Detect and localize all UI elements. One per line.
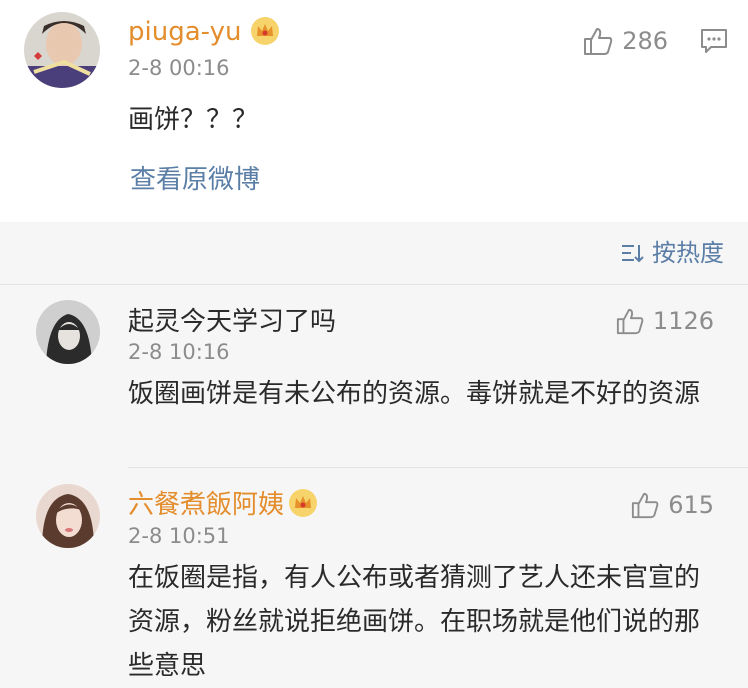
- avatar[interactable]: [36, 300, 100, 364]
- comment-like-button[interactable]: 615: [630, 491, 714, 519]
- avatar[interactable]: [36, 484, 100, 548]
- view-original-link[interactable]: 查看原微博: [130, 167, 260, 193]
- sort-by-hot-button[interactable]: 按热度: [620, 241, 724, 265]
- post-text: 画饼？？？: [128, 105, 259, 135]
- comment-username[interactable]: 六餐煮飯阿姨: [128, 492, 284, 518]
- comment-time: 2-8 10:51: [128, 524, 230, 548]
- user-avatar-image: [36, 484, 100, 548]
- post-username[interactable]: piuga-yu: [128, 19, 241, 45]
- comment-text: 在饭圈是指，有人公布或者猜测了艺人还未官宣的资源，粉丝就说拒绝画饼。在职场就是他…: [128, 563, 701, 681]
- post-like-count: 286: [622, 27, 668, 55]
- avatar[interactable]: [24, 12, 100, 88]
- comment-icon[interactable]: [700, 28, 728, 54]
- post-time: 2-8 00:16: [128, 56, 230, 80]
- crown-badge-icon: [289, 489, 317, 517]
- comment-time: 2-8 10:16: [128, 340, 230, 364]
- user-avatar-image: [24, 12, 100, 88]
- comment-text: 饭圈画饼是有未公布的资源。毒饼就是不好的资源: [128, 379, 701, 409]
- comment-like-button[interactable]: 1126: [615, 307, 714, 335]
- thumbs-up-icon: [616, 308, 644, 335]
- comment-username[interactable]: 起灵今天学习了吗: [128, 309, 336, 335]
- thumbs-up-icon: [632, 492, 659, 519]
- comment-like-count: 1126: [652, 307, 714, 335]
- post-like-button[interactable]: 286: [582, 26, 668, 56]
- divider: [128, 467, 748, 468]
- crown-badge-icon: [251, 17, 279, 45]
- comment-like-count: 615: [668, 491, 714, 519]
- original-post: piuga-yu 2-8 00:16 286 画饼？？？ 查看原微博: [0, 0, 748, 222]
- user-avatar-image: [36, 300, 100, 364]
- thumbs-up-icon: [584, 28, 613, 55]
- divider: [0, 284, 748, 285]
- sort-icon: [622, 245, 644, 263]
- sort-label: 按热度: [652, 239, 724, 267]
